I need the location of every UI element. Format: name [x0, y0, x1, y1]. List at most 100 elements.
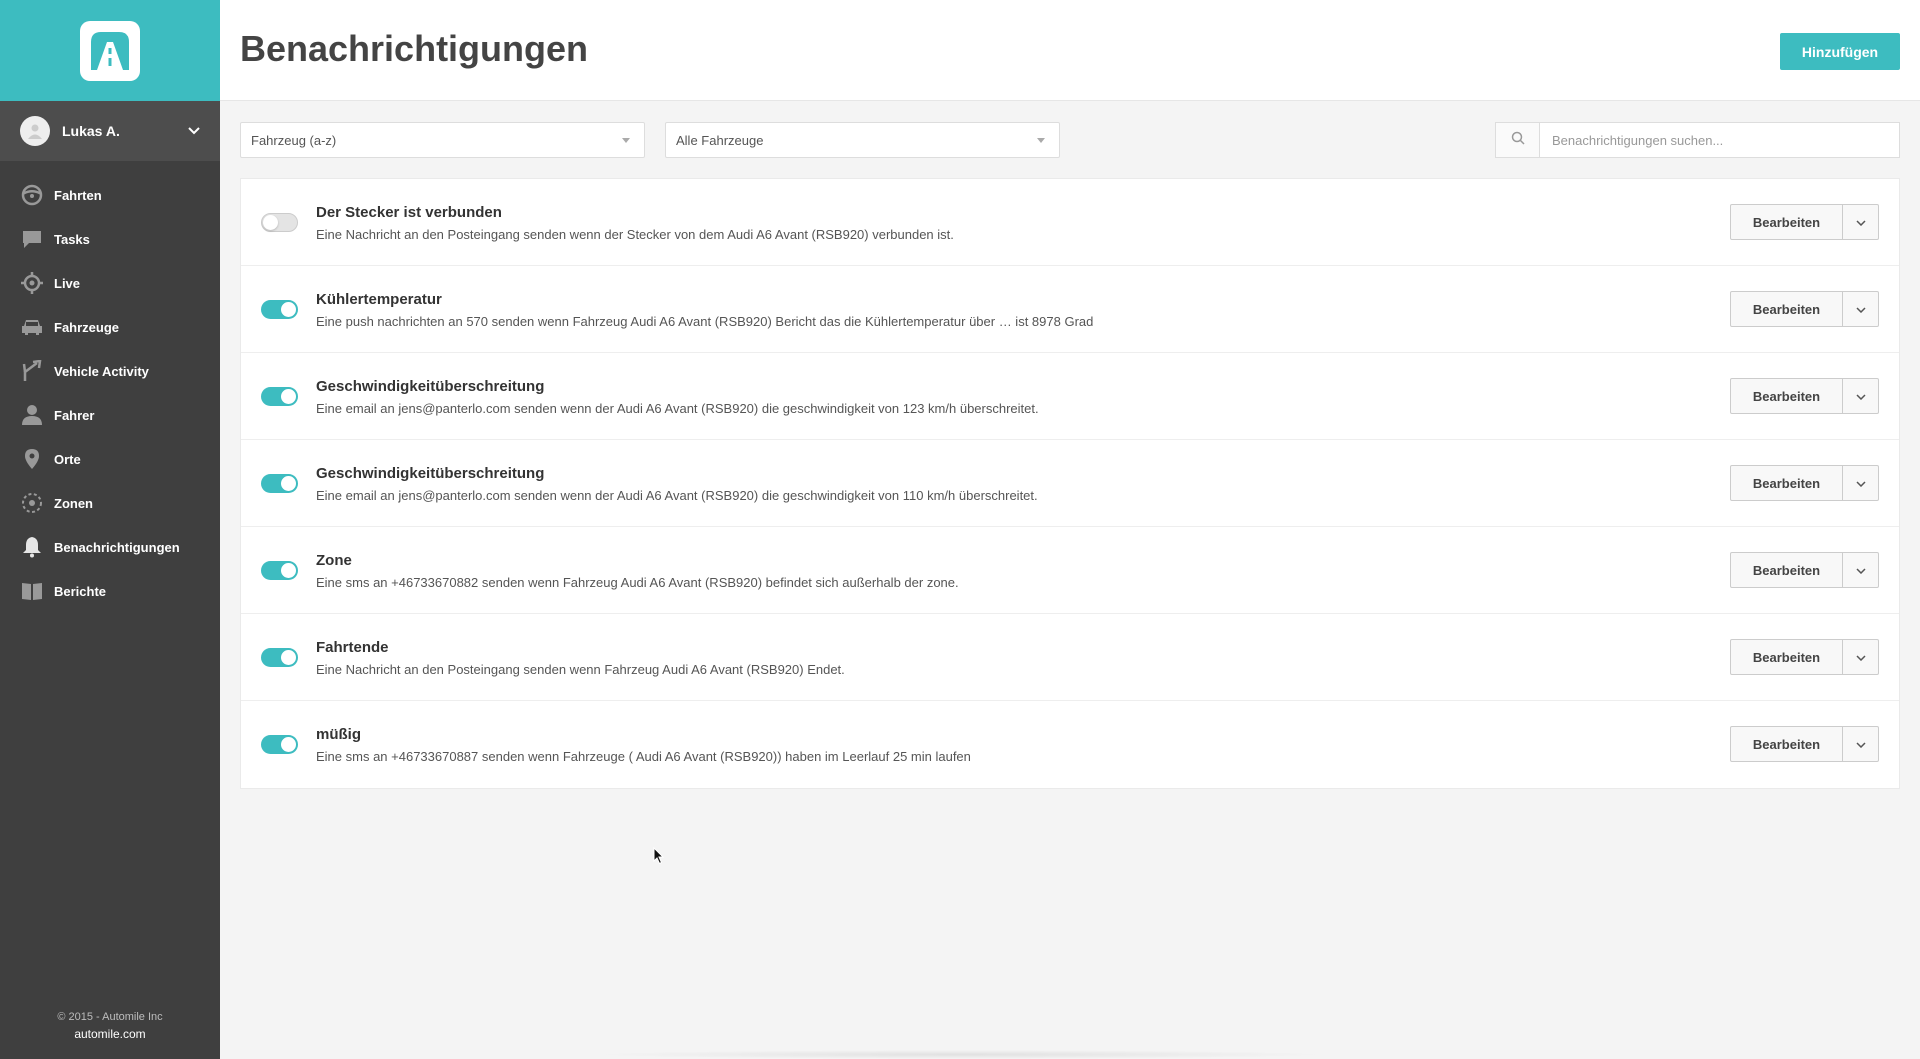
enable-toggle[interactable]: [261, 387, 298, 406]
edit-button[interactable]: Bearbeiten: [1730, 378, 1843, 414]
chevron-down-icon: [1855, 300, 1866, 318]
row-actions: Bearbeiten: [1730, 378, 1879, 414]
edit-button[interactable]: Bearbeiten: [1730, 639, 1843, 675]
chevron-down-icon: [1855, 474, 1866, 492]
page-title: Benachrichtigungen: [240, 28, 589, 69]
edit-button[interactable]: Bearbeiten: [1730, 291, 1843, 327]
user-menu[interactable]: Lukas A.: [0, 101, 220, 161]
sidebar-item-label: Zonen: [54, 495, 93, 511]
toggle-knob: [281, 737, 296, 752]
sidebar-item-label: Berichte: [54, 583, 107, 599]
notification-description: Eine push nachrichten an 570 senden wenn…: [316, 314, 1094, 329]
sidebar-item-label: Fahrzeuge: [54, 319, 120, 335]
row-actions: Bearbeiten: [1730, 726, 1879, 762]
chevron-down-icon: [188, 122, 200, 140]
caret-down-icon: [1037, 138, 1045, 143]
automile-logo[interactable]: [80, 20, 140, 81]
sort-select[interactable]: Fahrzeug (a-z): [240, 122, 645, 158]
toggle-knob: [281, 650, 296, 665]
sidebar-item-benachrichtigungen[interactable]: Benachrichtigungen: [0, 525, 220, 569]
row-actions: Bearbeiten: [1730, 465, 1879, 501]
sidebar-item-vehicle-activity[interactable]: Vehicle Activity: [0, 349, 220, 393]
search-bar: [1495, 122, 1900, 158]
notification-row: Zone Eine sms an +46733670882 senden wen…: [241, 527, 1899, 614]
caret-down-icon: [622, 138, 630, 143]
row-actions: Bearbeiten: [1730, 552, 1879, 588]
chevron-down-icon: [1855, 648, 1866, 666]
sidebar-item-zonen[interactable]: Zonen: [0, 481, 220, 525]
notification-description: Eine email an jens@panterlo.com senden w…: [316, 488, 1038, 503]
actions-dropdown-button[interactable]: [1843, 378, 1879, 414]
edit-button[interactable]: Bearbeiten: [1730, 465, 1843, 501]
enable-toggle[interactable]: [261, 474, 298, 493]
notification-title: Der Stecker ist verbunden: [316, 204, 502, 221]
add-button[interactable]: Hinzufügen: [1780, 33, 1900, 70]
edit-button[interactable]: Bearbeiten: [1730, 726, 1843, 762]
notification-row: Fahrtende Eine Nachricht an den Posteing…: [241, 614, 1899, 701]
vehicle-select[interactable]: Alle Fahrzeuge: [665, 122, 1060, 158]
sidebar-footer: © 2015 - Automile Inc automile.com: [0, 1009, 220, 1043]
actions-dropdown-button[interactable]: [1843, 291, 1879, 327]
row-actions: Bearbeiten: [1730, 291, 1879, 327]
bottom-shadow: [590, 1050, 1330, 1059]
car-icon: [20, 315, 44, 339]
sidebar-item-label: Orte: [54, 451, 81, 467]
sidebar-item-label: Vehicle Activity: [54, 363, 149, 379]
enable-toggle[interactable]: [261, 213, 298, 232]
notification-title: Fahrtende: [316, 639, 389, 656]
person-icon: [20, 403, 44, 427]
search-button[interactable]: [1495, 122, 1540, 158]
row-actions: Bearbeiten: [1730, 204, 1879, 240]
edit-button[interactable]: Bearbeiten: [1730, 552, 1843, 588]
toggle-knob: [281, 302, 296, 317]
notification-row: Der Stecker ist verbunden Eine Nachricht…: [241, 179, 1899, 266]
sidebar: Lukas A. Fahrten Tasks Live Fahrzeuge Ve…: [0, 0, 220, 1059]
search-input[interactable]: [1540, 122, 1900, 158]
actions-dropdown-button[interactable]: [1843, 465, 1879, 501]
logo-area: [0, 0, 220, 101]
actions-dropdown-button[interactable]: [1843, 204, 1879, 240]
actions-dropdown-button[interactable]: [1843, 639, 1879, 675]
map-pin-icon: [20, 447, 44, 471]
enable-toggle[interactable]: [261, 735, 298, 754]
sidebar-item-label: Benachrichtigungen: [54, 539, 180, 555]
book-icon: [20, 579, 44, 603]
sidebar-item-label: Fahrten: [54, 187, 102, 203]
actions-dropdown-button[interactable]: [1843, 552, 1879, 588]
route-split-icon: [20, 359, 44, 383]
sidebar-item-tasks[interactable]: Tasks: [0, 217, 220, 261]
chat-bubble-icon: [20, 227, 44, 251]
edit-button[interactable]: Bearbeiten: [1730, 204, 1843, 240]
notification-title: Geschwindigkeitüberschreitung: [316, 378, 545, 395]
chevron-down-icon: [1855, 735, 1866, 753]
toggle-knob: [263, 215, 278, 230]
sidebar-item-fahrzeuge[interactable]: Fahrzeuge: [0, 305, 220, 349]
avatar: [20, 116, 50, 146]
site-link[interactable]: automile.com: [0, 1026, 220, 1043]
enable-toggle[interactable]: [261, 648, 298, 667]
crosshair-icon: [20, 271, 44, 295]
notification-title: müßig: [316, 726, 361, 743]
mouse-cursor-icon: [653, 846, 665, 870]
sidebar-item-label: Tasks: [54, 231, 90, 247]
copyright-text: © 2015 - Automile Inc: [57, 1011, 163, 1023]
sidebar-item-orte[interactable]: Orte: [0, 437, 220, 481]
sidebar-item-live[interactable]: Live: [0, 261, 220, 305]
sidebar-item-label: Live: [54, 275, 81, 291]
toggle-knob: [281, 476, 296, 491]
sidebar-item-fahrten[interactable]: Fahrten: [0, 173, 220, 217]
user-name: Lukas A.: [62, 123, 120, 139]
sidebar-item-fahrer[interactable]: Fahrer: [0, 393, 220, 437]
notification-row: müßig Eine sms an +46733670887 senden we…: [241, 701, 1899, 788]
notification-row: Kühlertemperatur Eine push nachrichten a…: [241, 266, 1899, 353]
enable-toggle[interactable]: [261, 300, 298, 319]
sidebar-item-berichte[interactable]: Berichte: [0, 569, 220, 613]
search-icon: [1511, 131, 1525, 150]
chevron-down-icon: [1855, 387, 1866, 405]
notification-list: Der Stecker ist verbunden Eine Nachricht…: [240, 178, 1900, 789]
notification-description: Eine sms an +46733670887 senden wenn Fah…: [316, 749, 971, 764]
actions-dropdown-button[interactable]: [1843, 726, 1879, 762]
enable-toggle[interactable]: [261, 561, 298, 580]
main-nav: Fahrten Tasks Live Fahrzeuge Vehicle Act…: [0, 161, 220, 613]
sidebar-item-label: Fahrer: [54, 407, 95, 423]
